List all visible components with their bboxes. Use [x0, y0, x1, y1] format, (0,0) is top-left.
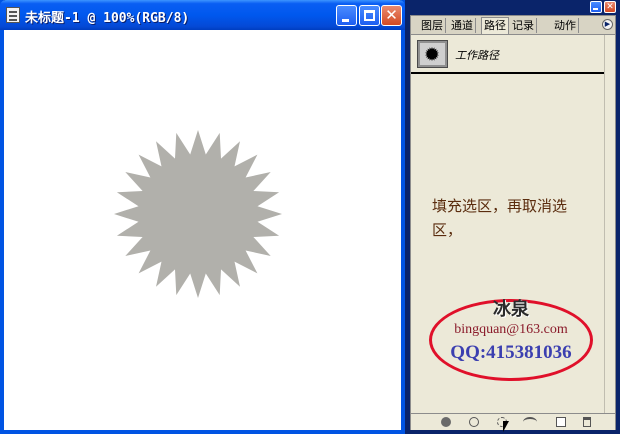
maximize-button[interactable]	[359, 5, 380, 26]
tab-history[interactable]: 记录	[510, 18, 537, 33]
watermark-name: 冰泉	[493, 299, 529, 320]
minimize-button[interactable]	[336, 5, 357, 26]
stroke-path-icon[interactable]	[469, 417, 479, 427]
starburst-polygon	[114, 130, 282, 298]
tab-paths[interactable]: 路径	[481, 17, 509, 34]
close-icon: ✕	[385, 6, 398, 24]
fill-path-icon[interactable]	[441, 417, 451, 427]
palette-scrollbar[interactable]	[604, 35, 615, 413]
tab-actions[interactable]: 动作	[552, 18, 579, 33]
minimize-icon	[342, 19, 349, 22]
watermark-qq: QQ:415381036	[450, 342, 572, 363]
watermark-email: bingquan@163.com	[454, 322, 568, 337]
path-thumbnail	[417, 40, 448, 68]
tab-layers[interactable]: 图层	[419, 18, 446, 33]
document-title: 未标题-1 @ 100%(RGB/8)	[25, 11, 190, 26]
instruction-text: 填充选区，再取消选区，	[432, 197, 568, 239]
make-work-path-icon[interactable]	[523, 417, 537, 427]
tab-channels[interactable]: 通道	[449, 18, 476, 33]
watermark-logo: 冰泉 bingquan@163.com QQ:415381036	[429, 299, 593, 381]
panel-minimize-button[interactable]	[590, 1, 602, 13]
document-icon	[6, 7, 20, 23]
document-titlebar[interactable]: 未标题-1 @ 100%(RGB/8) ✕	[0, 0, 405, 30]
delete-path-icon[interactable]	[583, 417, 591, 427]
path-thumbnail-shape	[425, 47, 439, 61]
close-icon: ✕	[606, 2, 614, 12]
document-window: 未标题-1 @ 100%(RGB/8) ✕	[0, 0, 405, 434]
path-thumbnail-canvas	[420, 43, 445, 65]
triangle-right-icon: ▶	[604, 20, 611, 28]
panel-dock: ✕ 图层 通道 路径 记录 动作 ▶ 工作路径 填充选区，再取消选区， 冰泉 b…	[405, 0, 620, 434]
document-canvas[interactable]	[4, 30, 401, 430]
palette-menu-button[interactable]: ▶	[602, 19, 613, 30]
path-label: 工作路径	[455, 49, 499, 62]
close-button[interactable]: ✕	[381, 5, 402, 26]
new-path-icon[interactable]	[556, 417, 566, 427]
maximize-icon	[364, 10, 375, 21]
minimize-icon	[593, 8, 598, 10]
path-list-item[interactable]: 工作路径	[411, 36, 604, 74]
paths-palette: 图层 通道 路径 记录 动作 ▶ 工作路径 填充选区，再取消选区， 冰泉 bin…	[410, 15, 616, 430]
path-thumbnail-starburst	[425, 47, 439, 61]
panel-topbar: ✕	[405, 0, 620, 14]
palette-bottom-toolbar	[411, 413, 615, 430]
mouse-cursor-icon	[503, 421, 509, 432]
panel-close-button[interactable]: ✕	[604, 1, 616, 13]
palette-tabbar: 图层 通道 路径 记录 动作 ▶	[411, 16, 615, 35]
starburst-shape	[114, 130, 282, 298]
